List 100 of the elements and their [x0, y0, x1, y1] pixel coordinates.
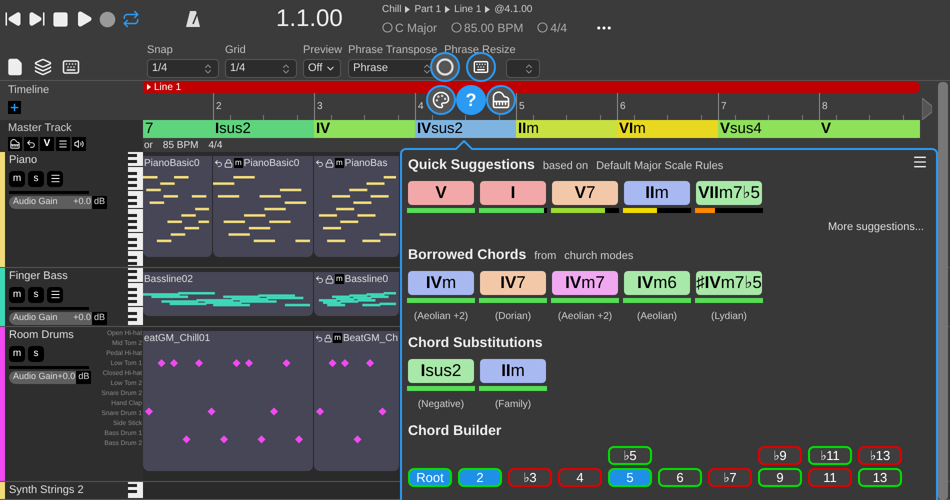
scrollbar[interactable]	[938, 82, 948, 500]
track-toggle-button[interactable]: s	[28, 286, 44, 302]
interval-button[interactable]: ♭3	[508, 468, 552, 486]
chord-chip[interactable]: IVm6	[624, 270, 690, 294]
spin-field[interactable]	[506, 59, 540, 78]
loop-icon[interactable]	[315, 274, 324, 284]
spinner-icon[interactable]	[202, 62, 214, 74]
interval-button[interactable]: ♭5	[608, 446, 652, 464]
track-toggle-button[interactable]: m	[9, 286, 25, 302]
radio-icon[interactable]	[382, 22, 393, 33]
song-setting[interactable]: 85.00 BPM	[464, 18, 524, 36]
interval-button[interactable]: 9	[758, 468, 802, 486]
breadcrumb-item[interactable]: @4.1.00	[494, 2, 532, 16]
chord-block[interactable]: VIm	[617, 120, 718, 138]
clip[interactable]: Bassline02	[143, 272, 314, 316]
play-icon[interactable]	[75, 10, 93, 28]
track-toggle-button[interactable]: s	[28, 170, 44, 186]
clip-mute-toggle[interactable]: m	[234, 158, 243, 168]
chord-chip[interactable]: VIIm7♭5	[696, 181, 762, 205]
loop-icon[interactable]	[315, 334, 324, 342]
new-file-icon[interactable]	[6, 58, 24, 76]
piano-button[interactable]	[8, 136, 22, 150]
voicing-button[interactable]: V	[40, 136, 54, 150]
chord-block[interactable]: Vsus4	[718, 120, 819, 138]
clip-mute-toggle[interactable]: m	[335, 158, 344, 168]
track-toggle-button[interactable]: m	[9, 170, 25, 186]
lock-icon[interactable]	[325, 274, 334, 284]
lock-icon[interactable]	[224, 158, 233, 168]
breadcrumb-item[interactable]: Line 1	[454, 2, 482, 16]
loop-icon[interactable]	[214, 158, 223, 168]
loop-icon[interactable]	[315, 158, 324, 168]
interval-button[interactable]: 11	[808, 468, 852, 486]
keyboard-icon[interactable]	[62, 58, 80, 76]
interval-button[interactable]: ♭7	[708, 468, 752, 486]
clip[interactable]: eatGM_Chill01	[143, 331, 314, 471]
chord-chip[interactable]: I	[480, 181, 546, 205]
volume-button[interactable]	[72, 136, 86, 150]
clip[interactable]: m PianoBas	[314, 156, 400, 257]
layers-icon[interactable]	[34, 58, 52, 76]
clip-mute-toggle[interactable]: m	[335, 274, 344, 284]
loop-button[interactable]	[24, 136, 38, 150]
chord-block[interactable]: Isus2	[213, 120, 314, 138]
lock-icon[interactable]	[325, 158, 334, 168]
spinner-icon[interactable]	[280, 62, 292, 74]
gain-slider[interactable]: Audio Gain +0.0 dB	[9, 312, 107, 324]
line-bar[interactable]: Line 1	[143, 81, 920, 93]
interval-button[interactable]: 4	[558, 468, 602, 486]
clip[interactable]: PianoBasic0	[143, 156, 213, 257]
chord-block[interactable]: IVsus2	[415, 120, 516, 138]
chord-block[interactable]: IIm	[516, 120, 617, 138]
chord-chip[interactable]: IV7	[480, 270, 546, 294]
palette-button[interactable]	[426, 85, 456, 115]
more-suggestions-link[interactable]: More suggestions...	[828, 219, 930, 236]
piano-button[interactable]	[486, 85, 516, 115]
scroll-right-icon[interactable]	[922, 98, 932, 120]
track-menu-button[interactable]	[47, 170, 63, 186]
chord-chip[interactable]: IVm	[408, 270, 474, 294]
track-toggle-button[interactable]: s	[28, 346, 44, 362]
chord-block[interactable]: V	[819, 120, 920, 138]
record-icon[interactable]	[99, 10, 116, 28]
song-setting[interactable]: C Major	[395, 18, 438, 36]
menu-icon[interactable]	[912, 154, 928, 170]
chord-chip[interactable]: Isus2	[408, 358, 474, 382]
spin-field[interactable]: 1/4	[225, 59, 297, 78]
track-menu-button[interactable]	[47, 286, 63, 302]
radio-icon[interactable]	[537, 22, 548, 33]
interval-button[interactable]: ♭11	[808, 446, 852, 464]
clip[interactable]: m BeatGM_Ch	[314, 331, 400, 471]
chord-chip[interactable]: ♯IVm7♭5	[696, 270, 762, 294]
chord-chip[interactable]: IIm	[480, 358, 546, 382]
menu-button[interactable]	[56, 136, 70, 150]
clip-mute-toggle[interactable]: m	[333, 333, 342, 343]
metronome-icon[interactable]	[186, 10, 200, 28]
keyboard-button[interactable]	[466, 52, 496, 82]
interval-button[interactable]: 6	[658, 468, 702, 486]
gain-slider[interactable]: Audio Gain+0.0 dB	[9, 370, 91, 384]
song-setting[interactable]: 4/4	[550, 18, 568, 36]
gain-slider[interactable]: Audio Gain +0.0 dB	[9, 196, 107, 208]
chord-chip[interactable]: V	[408, 181, 474, 205]
chord-chip[interactable]: IIm	[624, 181, 690, 205]
interval-button[interactable]: ♭9	[758, 446, 802, 464]
lock-icon[interactable]	[324, 334, 332, 342]
skip-forward-icon[interactable]	[28, 10, 46, 28]
breadcrumb-item[interactable]: Chill	[382, 2, 402, 16]
breadcrumb-item[interactable]: Part 1	[414, 2, 442, 16]
skip-back-icon[interactable]	[4, 10, 22, 28]
chord-block[interactable]: IV	[314, 120, 415, 138]
stop-icon[interactable]	[52, 10, 69, 28]
spin-field[interactable]: 1/4	[147, 59, 219, 78]
interval-button[interactable]: ♭13	[858, 446, 902, 464]
interval-button[interactable]: 13	[858, 468, 902, 486]
clip[interactable]: m Bassline0	[314, 272, 400, 316]
radio-icon[interactable]	[451, 22, 462, 33]
dropdown[interactable]: Off	[303, 59, 341, 78]
loop-icon[interactable]	[122, 10, 140, 28]
chord-chip[interactable]: V7	[552, 181, 618, 205]
chord-block[interactable]: 7	[143, 120, 213, 138]
chord-chip[interactable]: IVm7	[552, 270, 618, 294]
clip[interactable]: m PianoBasic0	[213, 156, 314, 257]
track-toggle-button[interactable]: m	[9, 346, 25, 362]
